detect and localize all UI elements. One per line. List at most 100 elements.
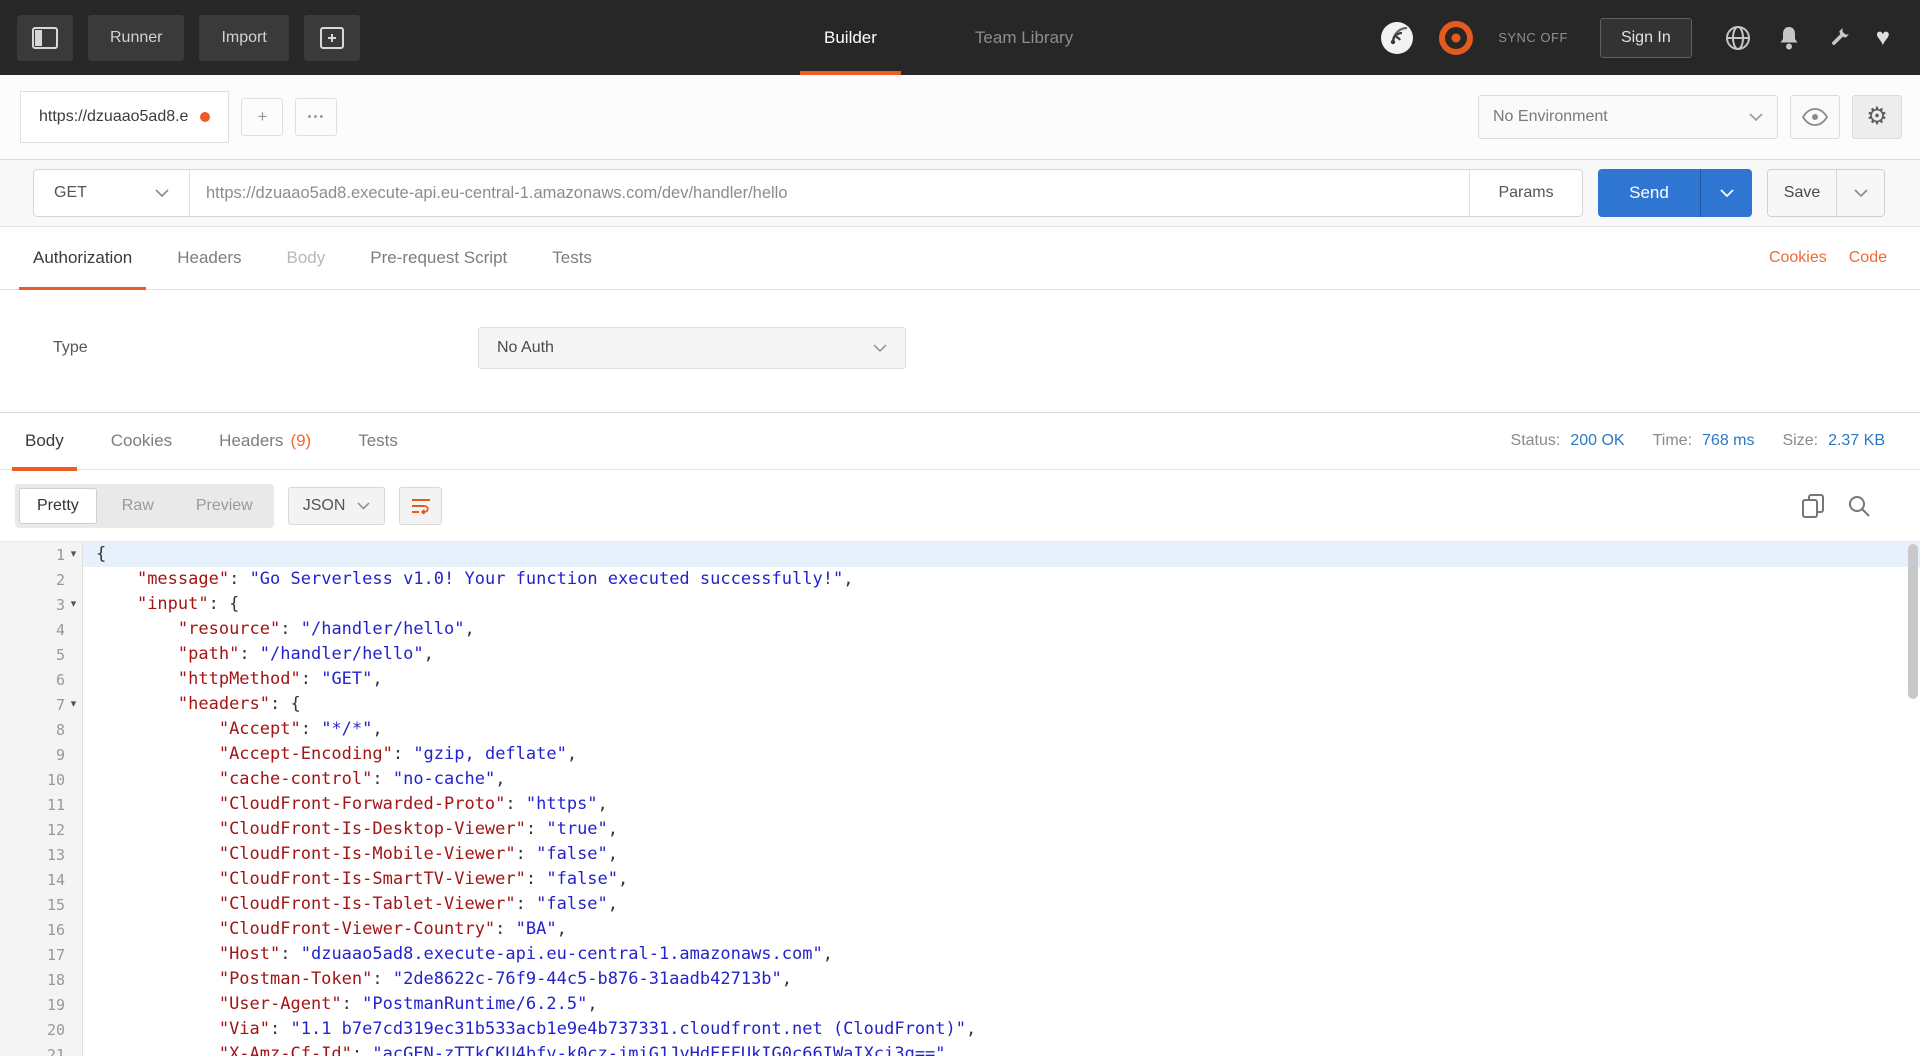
new-tab-button[interactable]: + xyxy=(241,98,283,136)
import-button[interactable]: Import xyxy=(199,15,288,61)
code-text: "path": "/handler/hello", xyxy=(83,642,1920,667)
request-tab[interactable]: https://dzuaao5ad8.e xyxy=(20,91,229,143)
line-number: 4 xyxy=(56,621,65,639)
cookies-link[interactable]: Cookies xyxy=(1769,249,1827,267)
code-line: 19 "User-Agent": "PostmanRuntime/6.2.5", xyxy=(0,992,1920,1017)
chevron-down-icon xyxy=(155,189,169,198)
send-button-label: Send xyxy=(1629,183,1669,202)
view-mode-preview-label: Preview xyxy=(196,497,253,514)
more-tabs-button[interactable]: ••• xyxy=(295,98,337,136)
fold-arrow-icon[interactable]: ▾ xyxy=(65,542,82,567)
line-number-gutter: 3▾ xyxy=(0,592,83,617)
settings-wrench-icon[interactable] xyxy=(1826,25,1852,51)
line-number-gutter: 2 xyxy=(0,567,83,592)
code-text: "CloudFront-Viewer-Country": "BA", xyxy=(83,917,1920,942)
send-button[interactable]: Send xyxy=(1598,169,1700,217)
send-button-group: Send xyxy=(1598,169,1752,217)
globe-icon[interactable] xyxy=(1724,24,1752,52)
response-tabs: Body Cookies Headers (9) Tests Status: 2… xyxy=(0,412,1920,470)
authorization-pane: Type No Auth xyxy=(0,290,1920,412)
runner-button[interactable]: Runner xyxy=(88,15,184,61)
sync-target-icon[interactable] xyxy=(1438,20,1474,56)
chevron-down-icon xyxy=(1720,189,1734,198)
save-button[interactable]: Save xyxy=(1768,170,1836,216)
chevron-down-icon xyxy=(1854,189,1868,198)
tab-tests[interactable]: Tests xyxy=(538,227,606,290)
fold-arrow-icon[interactable]: ▾ xyxy=(65,592,82,617)
view-mode-raw[interactable]: Raw xyxy=(105,488,171,524)
proxy-satellite-icon[interactable] xyxy=(1380,21,1414,55)
response-tab-body[interactable]: Body xyxy=(12,412,77,470)
size-label: Size: xyxy=(1782,432,1818,450)
response-tab-headers[interactable]: Headers (9) xyxy=(206,412,324,470)
line-number-gutter: 10 xyxy=(0,767,83,792)
line-number-gutter: 6 xyxy=(0,667,83,692)
environment-selector[interactable]: No Environment xyxy=(1478,95,1778,139)
topbar-right: SYNC OFF Sign In xyxy=(1380,18,1890,58)
code-line: 13 "CloudFront-Is-Mobile-Viewer": "false… xyxy=(0,842,1920,867)
environment-selector-value: No Environment xyxy=(1493,108,1608,126)
import-button-label: Import xyxy=(221,29,266,46)
code-text: "cache-control": "no-cache", xyxy=(83,767,1920,792)
line-number: 6 xyxy=(56,671,65,689)
settings-button[interactable]: ⚙ xyxy=(1852,95,1902,139)
fold-arrow-icon[interactable]: ▾ xyxy=(65,692,82,717)
line-number-gutter: 9 xyxy=(0,742,83,767)
line-number-gutter: 7▾ xyxy=(0,692,83,717)
view-mode-raw-label: Raw xyxy=(122,497,154,514)
view-bar-right xyxy=(1801,493,1871,519)
request-tabs: Authorization Headers Body Pre-request S… xyxy=(0,227,1920,290)
copy-icon[interactable] xyxy=(1801,493,1825,519)
response-body-editor[interactable]: 1▾{2 "message": "Go Serverless v1.0! You… xyxy=(0,541,1920,1056)
sign-in-button[interactable]: Sign In xyxy=(1600,18,1692,58)
code-line: 18 "Postman-Token": "2de8622c-76f9-44c5-… xyxy=(0,967,1920,992)
auth-type-selector[interactable]: No Auth xyxy=(478,327,906,369)
format-selector[interactable]: JSON xyxy=(288,487,386,525)
params-button[interactable]: Params xyxy=(1469,170,1582,216)
tab-team-library[interactable]: Team Library xyxy=(951,0,1097,75)
unsaved-changes-dot xyxy=(200,112,210,122)
line-number-gutter: 17 xyxy=(0,942,83,967)
sidebar-toggle-button[interactable] xyxy=(17,15,73,61)
auth-type-selector-value: No Auth xyxy=(497,339,554,357)
tab-builder[interactable]: Builder xyxy=(800,0,901,75)
time-label: Time: xyxy=(1653,432,1692,450)
response-tab-tests[interactable]: Tests xyxy=(345,412,411,470)
code-link[interactable]: Code xyxy=(1849,249,1887,267)
heart-icon[interactable]: ♥ xyxy=(1876,26,1890,50)
time-value: 768 ms xyxy=(1702,432,1754,450)
auth-type-label: Type xyxy=(53,327,88,369)
code-line: 5 "path": "/handler/hello", xyxy=(0,642,1920,667)
tab-pre-request-script[interactable]: Pre-request Script xyxy=(356,227,521,290)
environment-preview-button[interactable] xyxy=(1790,95,1840,139)
new-window-button[interactable] xyxy=(304,15,360,61)
tab-authorization[interactable]: Authorization xyxy=(19,227,146,290)
save-options-button[interactable] xyxy=(1836,170,1884,216)
wrap-text-button[interactable] xyxy=(399,487,442,525)
code-text: "CloudFront-Is-Desktop-Viewer": "true", xyxy=(83,817,1920,842)
send-options-button[interactable] xyxy=(1700,169,1752,217)
url-input[interactable] xyxy=(190,170,1469,216)
line-number: 19 xyxy=(47,996,65,1014)
editor-lines: 1▾{2 "message": "Go Serverless v1.0! You… xyxy=(0,542,1920,1056)
runner-button-label: Runner xyxy=(110,29,162,46)
code-line: 8 "Accept": "*/*", xyxy=(0,717,1920,742)
editor-scrollbar[interactable] xyxy=(1908,544,1918,1054)
line-number-gutter: 13 xyxy=(0,842,83,867)
view-mode-preview[interactable]: Preview xyxy=(179,488,270,524)
line-number: 5 xyxy=(56,646,65,664)
tab-body[interactable]: Body xyxy=(273,227,340,290)
code-text: "User-Agent": "PostmanRuntime/6.2.5", xyxy=(83,992,1920,1017)
notifications-bell-icon[interactable] xyxy=(1776,24,1802,52)
search-icon[interactable] xyxy=(1847,494,1871,518)
new-window-icon xyxy=(320,27,344,49)
method-selector[interactable]: GET xyxy=(34,170,190,216)
code-text: "Accept-Encoding": "gzip, deflate", xyxy=(83,742,1920,767)
response-tab-cookies[interactable]: Cookies xyxy=(98,412,185,470)
tab-headers[interactable]: Headers xyxy=(163,227,255,290)
view-mode-pretty[interactable]: Pretty xyxy=(19,488,97,524)
scrollbar-thumb[interactable] xyxy=(1908,544,1918,699)
chevron-down-icon xyxy=(1749,113,1763,122)
code-text: { xyxy=(83,542,1920,567)
line-number-gutter: 18 xyxy=(0,967,83,992)
